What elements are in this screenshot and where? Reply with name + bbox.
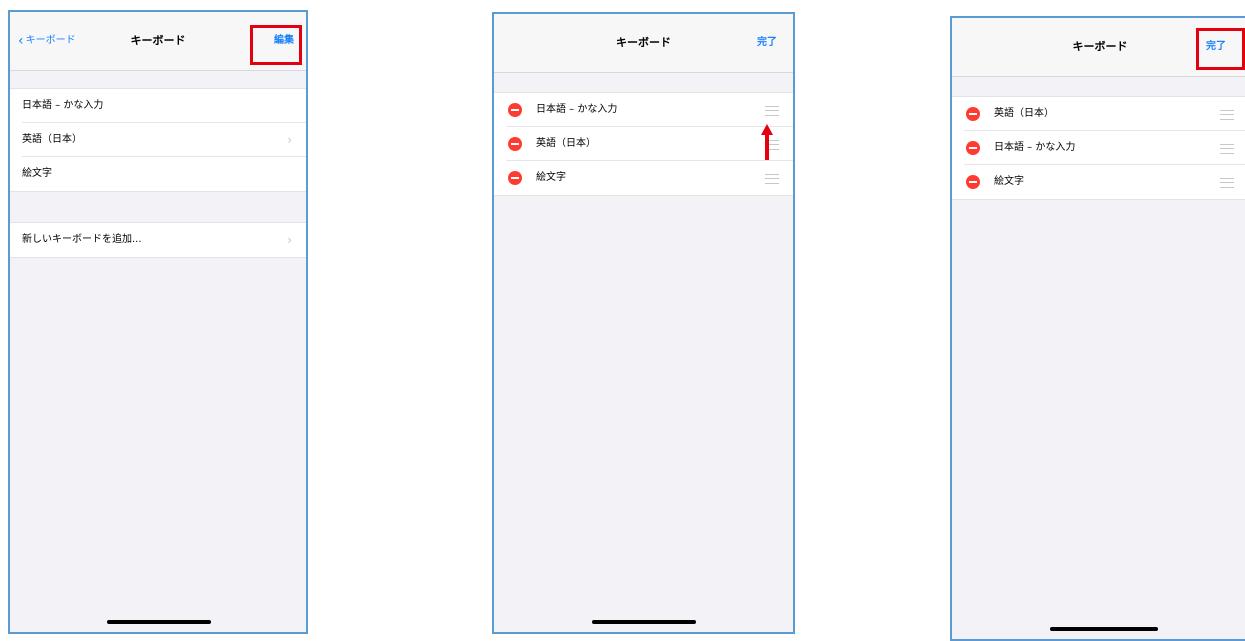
back-button[interactable]: ‹ キーボード (18, 12, 76, 70)
list-item-label: 英語（日本） (22, 134, 82, 145)
keyboard-list: 日本語 – かな入力 英語（日本） › 絵文字 (10, 88, 306, 192)
list-item-label: 絵文字 (536, 172, 566, 183)
list-item[interactable]: 英語（日本） › (10, 123, 306, 157)
list-item-label: 日本語 – かな入力 (994, 142, 1076, 153)
list-item: 日本語 – かな入力 (952, 131, 1245, 165)
list-item-label: 英語（日本） (994, 108, 1054, 119)
list-item[interactable]: 日本語 – かな入力 (10, 89, 306, 123)
chevron-left-icon: ‹ (18, 33, 24, 49)
keyboard-list: 日本語 – かな入力 英語（日本） 絵文字 (494, 92, 793, 196)
delete-icon[interactable] (966, 175, 980, 189)
chevron-right-icon: › (287, 233, 292, 247)
list-item-label: 日本語 – かな入力 (22, 100, 104, 111)
list-item: 英語（日本） (952, 97, 1245, 131)
delete-icon[interactable] (966, 107, 980, 121)
page-title: キーボード (616, 36, 671, 49)
add-keyboard-group: 新しいキーボードを追加... › (10, 222, 306, 258)
highlight-box (250, 25, 302, 65)
list-item[interactable]: 絵文字 (10, 157, 306, 191)
list-item-label: 英語（日本） (536, 138, 596, 149)
add-keyboard-button[interactable]: 新しいキーボードを追加... › (10, 223, 306, 257)
arrow-up-icon (761, 124, 773, 160)
screen-keyboard-reordered: キーボード 完了 英語（日本） 日本語 – かな入力 絵文字 (950, 16, 1245, 641)
delete-icon[interactable] (508, 137, 522, 151)
home-indicator[interactable] (107, 620, 211, 624)
reorder-icon[interactable] (1220, 110, 1234, 120)
home-indicator[interactable] (1050, 627, 1158, 631)
navigation-bar: キーボード 完了 (494, 14, 793, 73)
keyboard-list: 英語（日本） 日本語 – かな入力 絵文字 (952, 96, 1245, 200)
list-item: 絵文字 (494, 161, 793, 195)
list-item-label: 絵文字 (994, 176, 1024, 187)
done-button[interactable]: 完了 (757, 14, 777, 72)
list-item: 英語（日本） (494, 127, 793, 161)
list-item: 日本語 – かな入力 (494, 93, 793, 127)
add-keyboard-label: 新しいキーボードを追加... (22, 234, 142, 245)
home-indicator[interactable] (592, 620, 696, 624)
reorder-icon[interactable] (1220, 178, 1234, 188)
delete-icon[interactable] (966, 141, 980, 155)
screen-keyboard-edit: キーボード 完了 日本語 – かな入力 英語（日本） 絵文字 (492, 12, 795, 634)
delete-icon[interactable] (508, 171, 522, 185)
list-item: 絵文字 (952, 165, 1245, 199)
reorder-icon[interactable] (1220, 144, 1234, 154)
reorder-icon[interactable] (765, 106, 779, 116)
list-item-label: 日本語 – かな入力 (536, 104, 618, 115)
back-button-label: キーボード (25, 35, 76, 46)
chevron-right-icon: › (287, 133, 292, 147)
reorder-icon[interactable] (765, 174, 779, 184)
screen-keyboard-list: キーボード ‹ キーボード 編集 日本語 – かな入力 英語（日本） › 絵文字 … (8, 10, 308, 634)
highlight-box (1196, 28, 1245, 70)
list-item-label: 絵文字 (22, 168, 52, 179)
delete-icon[interactable] (508, 103, 522, 117)
